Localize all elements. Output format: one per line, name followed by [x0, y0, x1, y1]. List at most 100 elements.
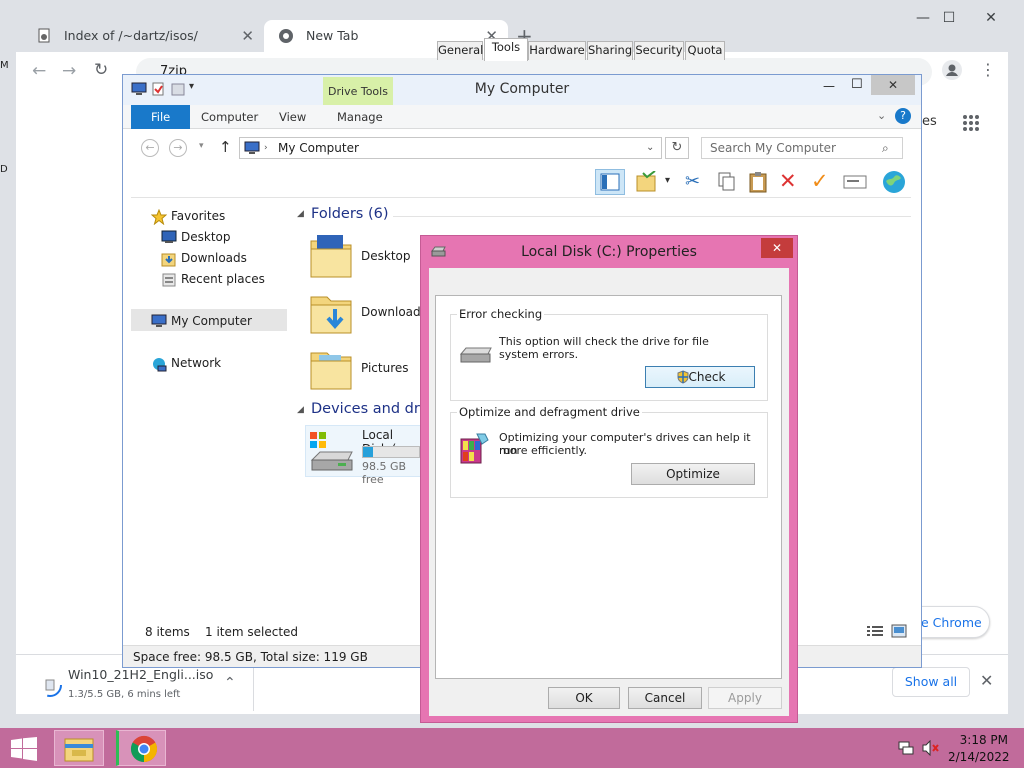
drive-icon	[431, 245, 447, 257]
chevron-up-icon[interactable]: ⌃	[224, 675, 236, 691]
ribbon-expand-icon[interactable]: ⌄	[877, 109, 886, 122]
tab-computer[interactable]: Computer	[187, 105, 272, 129]
address-text: My Computer	[278, 141, 359, 155]
check-button[interactable]: Check	[645, 366, 755, 388]
preview-pane-button[interactable]	[595, 169, 625, 195]
header-divider	[393, 216, 911, 217]
folder-desktop-label[interactable]: Desktop	[361, 249, 411, 263]
large-icons-view-icon[interactable]	[891, 624, 907, 638]
optimize-label: Optimize and defragment drive	[457, 405, 642, 419]
desktop-icon-fragment: D	[0, 164, 8, 175]
forward-button[interactable]: →	[169, 139, 187, 157]
collapse-arrow-icon[interactable]: ◢	[297, 405, 304, 415]
cut-icon[interactable]: ✂	[685, 171, 700, 192]
tab-manage[interactable]: Manage	[323, 105, 397, 129]
network-icon	[151, 356, 167, 372]
tab-security[interactable]: Security	[634, 41, 684, 60]
customize-chrome-label: e Chrome	[921, 615, 982, 630]
taskbar-file-explorer[interactable]	[54, 730, 104, 766]
tab-file[interactable]: File	[131, 105, 191, 129]
search-placeholder: Search My Computer	[710, 141, 836, 155]
local-disk-item[interactable]: Local Disk ( 98.5 GB free	[305, 425, 421, 486]
rename-icon[interactable]	[843, 173, 867, 191]
reload-icon[interactable]: ↻	[94, 60, 108, 80]
close-tab-icon[interactable]: ✕	[241, 20, 254, 52]
dialog-close-button[interactable]: ✕	[761, 238, 793, 258]
nav-favorites[interactable]: Favorites	[151, 206, 226, 226]
folder-pictures-label[interactable]: Pictures	[361, 361, 409, 375]
folders-header[interactable]: Folders (6)	[311, 206, 389, 222]
globe-icon[interactable]	[881, 169, 907, 195]
search-input[interactable]: Search My Computer ⌕	[701, 137, 903, 159]
close-window-button[interactable]: ✕	[976, 10, 1006, 30]
error-checking-text: This option will check the drive for fil…	[499, 335, 709, 348]
refresh-icon[interactable]: ↻	[665, 137, 689, 159]
paste-icon[interactable]	[747, 171, 769, 193]
forward-arrow-icon[interactable]: →	[62, 61, 76, 81]
breadcrumb-chevron-icon[interactable]: ›	[264, 138, 268, 158]
back-arrow-icon[interactable]: ←	[32, 61, 46, 81]
nav-favorites-label: Favorites	[171, 209, 226, 223]
clock-time[interactable]: 3:18 PM	[958, 733, 1008, 747]
profile-icon[interactable]	[942, 60, 962, 80]
folder-options-icon[interactable]	[635, 171, 659, 193]
address-bar[interactable]: › My Computer ⌄	[239, 137, 662, 159]
tab-quota[interactable]: Quota	[685, 41, 725, 60]
dialog-titlebar[interactable]: Local Disk (C:) Properties	[421, 236, 797, 268]
tab-tools[interactable]: Tools	[484, 38, 528, 61]
network-tray-icon[interactable]	[898, 740, 914, 756]
folder-downloads-label[interactable]: Downloads	[361, 305, 427, 319]
recent-locations-icon[interactable]: ▾	[199, 141, 204, 151]
collapse-arrow-icon[interactable]: ◢	[297, 209, 304, 219]
up-arrow-icon[interactable]: ↑	[219, 138, 232, 156]
nav-downloads[interactable]: Downloads	[161, 248, 247, 268]
taskbar-chrome[interactable]	[116, 730, 166, 766]
apps-grid-icon[interactable]	[962, 114, 980, 132]
address-dropdown-icon[interactable]: ⌄	[646, 138, 654, 158]
cancel-button[interactable]: Cancel	[628, 687, 702, 709]
tab-title: Index of /~dartz/isos/	[64, 28, 198, 43]
partial-link[interactable]: es	[922, 114, 937, 129]
tab-title: New Tab	[306, 28, 359, 43]
checkmark-icon[interactable]: ✓	[811, 169, 829, 193]
nav-desktop[interactable]: Desktop	[161, 227, 231, 247]
nav-my-computer[interactable]: My Computer	[151, 311, 252, 331]
copy-icon[interactable]	[715, 171, 737, 193]
nav-recent-places[interactable]: Recent places	[162, 269, 265, 289]
star-icon	[151, 209, 167, 225]
help-icon[interactable]: ?	[895, 108, 911, 124]
close-download-bar-icon[interactable]: ✕	[980, 671, 993, 690]
explorer-titlebar[interactable]: ▾ My Computer — ☐ ✕	[123, 75, 921, 105]
defragment-icon	[459, 431, 491, 465]
windows-start-icon[interactable]	[10, 737, 38, 761]
tab-view[interactable]: View	[265, 105, 320, 129]
toolbar-divider	[131, 197, 911, 198]
clock-date[interactable]: 2/14/2022	[948, 750, 1010, 764]
back-button[interactable]: ←	[141, 139, 159, 157]
volume-muted-icon[interactable]	[922, 740, 940, 756]
show-all-button[interactable]: Show all	[892, 667, 970, 697]
pictures-folder-icon[interactable]	[309, 343, 353, 391]
computer-icon	[151, 314, 167, 328]
devices-header[interactable]: Devices and driv	[311, 401, 432, 417]
ok-button[interactable]: OK	[548, 687, 620, 709]
tab-general[interactable]: General	[437, 41, 483, 60]
downloads-folder-icon[interactable]	[309, 287, 353, 335]
maximize-button[interactable]: ☐	[851, 77, 863, 92]
tab-sharing[interactable]: Sharing	[587, 41, 633, 60]
shield-icon	[676, 370, 690, 384]
drive-usage-bar	[362, 446, 420, 458]
delete-icon[interactable]: ✕	[779, 169, 797, 193]
nav-network[interactable]: Network	[153, 353, 221, 373]
browser-tab-index[interactable]: Index of /~dartz/isos/ ✕	[22, 20, 264, 52]
dropdown-arrow-icon[interactable]: ▾	[665, 175, 670, 186]
details-view-icon[interactable]	[867, 625, 883, 637]
maximize-button[interactable]: ☐	[934, 10, 964, 30]
tab-hardware[interactable]: Hardware	[528, 41, 586, 60]
desktop-folder-icon[interactable]	[309, 231, 353, 279]
more-menu-icon[interactable]: ⋮	[980, 60, 996, 79]
minimize-button[interactable]: —	[823, 79, 835, 93]
search-icon: ⌕	[882, 141, 889, 155]
optimize-button[interactable]: Optimize	[631, 463, 755, 485]
close-button[interactable]: ✕	[871, 75, 915, 95]
